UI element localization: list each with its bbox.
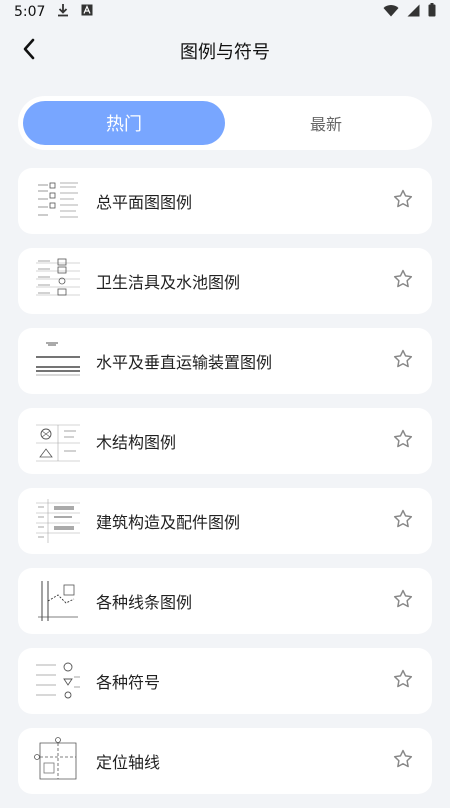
list-item[interactable]: 定位轴线: [18, 728, 432, 794]
tab-latest[interactable]: 最新: [225, 101, 427, 145]
status-time: 5:07: [14, 4, 46, 20]
star-outline-icon: [392, 508, 414, 534]
status-left: 5:07: [14, 3, 93, 21]
item-label: 建筑构造及配件图例: [96, 513, 241, 532]
chevron-left-icon: [22, 38, 36, 64]
favorite-button[interactable]: [390, 268, 416, 294]
item-label: 总平面图图例: [96, 193, 193, 212]
thumbnail-drawing-icon: [34, 257, 82, 305]
favorite-button[interactable]: [390, 588, 416, 614]
thumbnail-drawing-icon: [34, 577, 82, 625]
list-item[interactable]: 各种线条图例: [18, 568, 432, 634]
item-label: 定位轴线: [96, 753, 161, 772]
star-outline-icon: [392, 188, 414, 214]
tab-switcher: 热门 最新: [18, 96, 432, 150]
list-item[interactable]: 卫生洁具及水池图例: [18, 248, 432, 314]
item-label: 卫生洁具及水池图例: [96, 273, 241, 292]
back-button[interactable]: [14, 36, 44, 66]
page-title: 图例与符号: [180, 42, 270, 63]
favorite-button[interactable]: [390, 508, 416, 534]
item-label: 各种线条图例: [96, 593, 193, 612]
star-outline-icon: [392, 348, 414, 374]
list-item[interactable]: 总平面图图例: [18, 168, 432, 234]
star-outline-icon: [392, 588, 414, 614]
wifi-icon: [383, 4, 399, 21]
favorite-button[interactable]: [390, 748, 416, 774]
star-outline-icon: [392, 428, 414, 454]
signal-icon: [407, 4, 420, 21]
download-icon: [57, 3, 69, 21]
thumbnail-drawing-icon: [34, 337, 82, 385]
thumbnail-drawing-icon: [34, 417, 82, 465]
star-outline-icon: [392, 668, 414, 694]
favorite-button[interactable]: [390, 188, 416, 214]
thumbnail-drawing-icon: [34, 657, 82, 705]
favorite-button[interactable]: [390, 428, 416, 454]
list-item[interactable]: 各种符号: [18, 648, 432, 714]
app-bar: 图例与符号: [0, 28, 450, 74]
favorite-button[interactable]: [390, 348, 416, 374]
status-right: [383, 3, 436, 21]
star-outline-icon: [392, 748, 414, 774]
star-outline-icon: [392, 268, 414, 294]
list-item[interactable]: 建筑构造及配件图例: [18, 488, 432, 554]
thumbnail-drawing-icon: [34, 177, 82, 225]
item-label: 木结构图例: [96, 433, 177, 452]
tab-hot[interactable]: 热门: [23, 101, 225, 145]
list-item[interactable]: 木结构图例: [18, 408, 432, 474]
status-bar: 5:07: [0, 0, 450, 24]
favorite-button[interactable]: [390, 668, 416, 694]
legend-list: 总平面图图例 卫生洁具及水池图例 水平及垂直运输装置图例 木结构图例 建筑构造及…: [18, 168, 432, 808]
list-item[interactable]: 水平及垂直运输装置图例: [18, 328, 432, 394]
thumbnail-drawing-icon: [34, 497, 82, 545]
item-label: 各种符号: [96, 673, 161, 692]
battery-icon: [428, 3, 436, 21]
font-icon: [81, 4, 93, 20]
thumbnail-drawing-icon: [34, 737, 82, 785]
item-label: 水平及垂直运输装置图例: [96, 353, 273, 372]
